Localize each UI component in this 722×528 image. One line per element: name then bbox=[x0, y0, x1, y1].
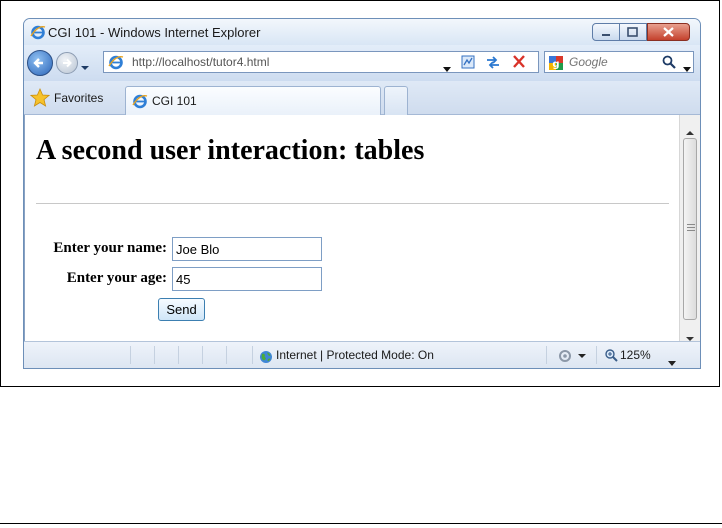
status-separator bbox=[546, 346, 547, 364]
maximize-icon bbox=[627, 27, 638, 37]
chevron-down-icon bbox=[683, 67, 691, 72]
tab-cgi-101[interactable]: CGI 101 bbox=[125, 86, 381, 115]
google-icon: g bbox=[549, 55, 563, 70]
chevron-down-icon bbox=[443, 67, 451, 72]
status-separator bbox=[252, 346, 253, 364]
globe-icon bbox=[259, 349, 273, 368]
name-input[interactable] bbox=[172, 237, 322, 261]
navigation-bar: g bbox=[24, 45, 700, 81]
compatibility-view-icon bbox=[461, 55, 475, 69]
age-input[interactable] bbox=[172, 267, 322, 291]
address-dropdown-button[interactable] bbox=[442, 59, 452, 78]
status-separator bbox=[226, 346, 227, 364]
minimize-button[interactable] bbox=[592, 23, 620, 41]
minimize-icon bbox=[602, 34, 610, 36]
age-label: Enter your age: bbox=[66, 270, 167, 286]
refresh-icon bbox=[487, 56, 499, 69]
search-input[interactable] bbox=[569, 55, 649, 69]
vertical-scrollbar[interactable] bbox=[679, 115, 700, 341]
history-dropdown-button[interactable] bbox=[80, 57, 90, 76]
bottom-rule bbox=[0, 523, 722, 524]
search-button[interactable] bbox=[661, 54, 677, 70]
status-bar: Internet | Protected Mode: On 125% bbox=[24, 341, 700, 368]
grip-icon bbox=[687, 224, 695, 231]
send-button[interactable]: Send bbox=[158, 298, 205, 321]
search-icon bbox=[662, 55, 676, 69]
zoom-level: 125% bbox=[620, 348, 651, 362]
refresh-button[interactable] bbox=[484, 54, 502, 70]
security-zone-status: Internet | Protected Mode: On bbox=[276, 348, 434, 362]
new-tab-button[interactable] bbox=[384, 86, 408, 115]
security-gear-icon bbox=[559, 350, 586, 362]
status-separator bbox=[154, 346, 155, 364]
search-box: g bbox=[544, 51, 694, 73]
tab-bar: Favorites CGI 101 bbox=[24, 81, 700, 115]
ie-icon bbox=[30, 24, 46, 44]
stop-button[interactable] bbox=[510, 54, 528, 70]
status-separator bbox=[130, 346, 131, 364]
zoom-dropdown[interactable] bbox=[667, 353, 677, 368]
zoom-icon bbox=[604, 347, 618, 367]
name-label: Enter your name: bbox=[53, 240, 167, 256]
svg-text:g: g bbox=[552, 59, 559, 70]
chevron-down-icon bbox=[668, 361, 676, 366]
close-icon bbox=[663, 27, 674, 37]
browser-window: CGI 101 - Windows Internet Explorer http… bbox=[23, 18, 701, 369]
page-title: A second user interaction: tables bbox=[36, 135, 425, 166]
ie-icon bbox=[132, 93, 148, 113]
forward-arrow-icon bbox=[63, 58, 72, 68]
forward-button[interactable] bbox=[56, 52, 78, 74]
close-button[interactable] bbox=[647, 23, 690, 41]
security-status-button[interactable] bbox=[556, 347, 590, 365]
url-input[interactable] bbox=[132, 54, 432, 70]
tab-label: CGI 101 bbox=[152, 94, 197, 108]
stop-icon bbox=[513, 55, 525, 68]
back-button[interactable] bbox=[27, 50, 53, 76]
title-bar[interactable]: CGI 101 - Windows Internet Explorer bbox=[24, 19, 700, 45]
search-provider-dropdown[interactable] bbox=[682, 59, 692, 78]
compatibility-view-button[interactable] bbox=[460, 54, 476, 70]
status-separator bbox=[596, 346, 597, 364]
horizontal-rule bbox=[36, 203, 669, 204]
maximize-button[interactable] bbox=[620, 23, 647, 41]
zoom-button[interactable]: 125% bbox=[604, 347, 676, 367]
status-separator bbox=[178, 346, 179, 364]
address-bar bbox=[103, 51, 539, 73]
window-title: CGI 101 - Windows Internet Explorer bbox=[48, 25, 261, 40]
star-icon bbox=[29, 87, 51, 112]
chevron-down-icon bbox=[81, 66, 89, 70]
status-separator bbox=[202, 346, 203, 364]
page-content: A second user interaction: tables Enter … bbox=[24, 115, 679, 341]
favorites-label: Favorites bbox=[54, 91, 104, 105]
scroll-thumb[interactable] bbox=[683, 138, 697, 320]
ie-icon bbox=[108, 54, 124, 74]
back-arrow-icon bbox=[33, 58, 43, 68]
chevron-up-icon bbox=[686, 131, 694, 135]
